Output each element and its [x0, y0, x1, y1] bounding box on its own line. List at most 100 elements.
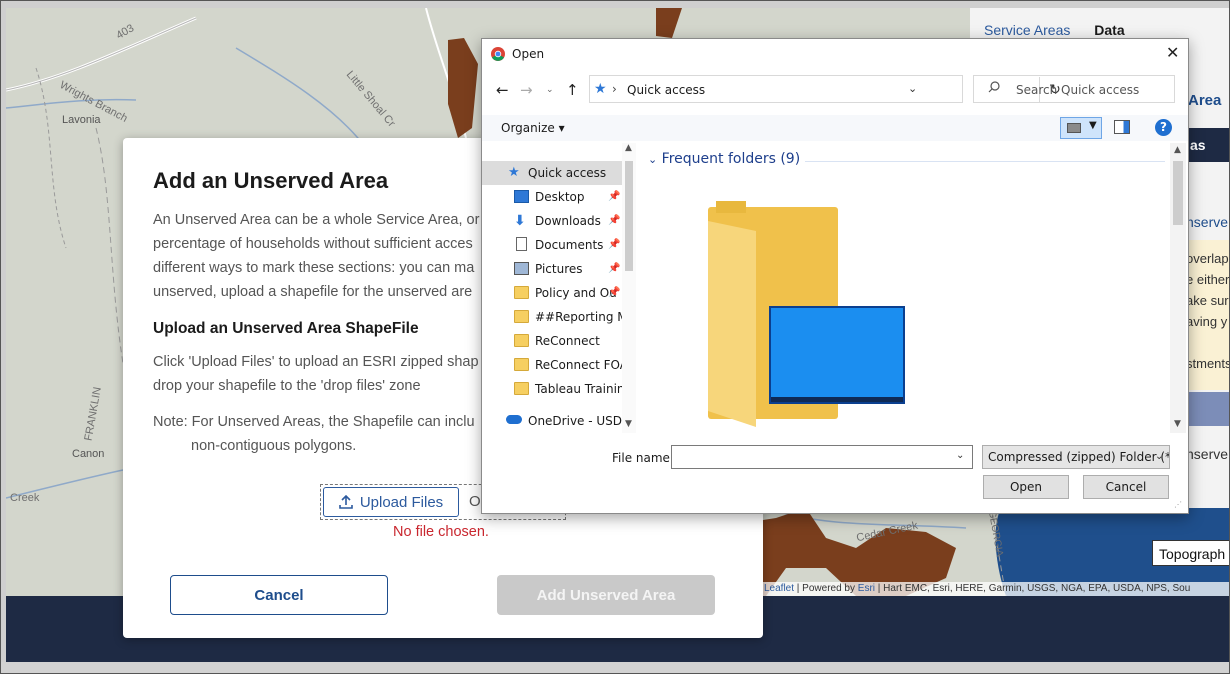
nav-item-quick-access[interactable]: ★ Quick access [482, 161, 622, 185]
nav-item-downloads[interactable]: ⬇ Downloads 📌 [482, 209, 622, 233]
pin-icon: 📌 [608, 239, 621, 250]
star-icon: ★ [508, 165, 520, 180]
folder-icon [514, 286, 529, 299]
change-view-button[interactable]: ▼ [1060, 117, 1102, 139]
close-icon[interactable]: ✕ [1166, 43, 1179, 62]
file-type-select[interactable]: Compressed (zipped) Folder (*. ⌄ [982, 445, 1170, 469]
back-arrow-icon[interactable]: ← [496, 81, 509, 99]
panel-unserved-link[interactable]: nserve [1186, 214, 1228, 230]
scrollbar-thumb[interactable] [625, 161, 633, 271]
nav-item-label: ReConnect [535, 334, 600, 348]
add-unserved-area-button[interactable]: Add Unserved Area [497, 575, 715, 615]
quick-access-star-icon: ★ [594, 81, 607, 97]
help-icon[interactable]: ? [1155, 119, 1172, 136]
instruction-line: Click 'Upload Files' to upload an ESRI z… [153, 354, 479, 370]
basemap-select[interactable]: Topograph [1152, 540, 1230, 566]
content-pane: ⌄ Frequent folders (9) [640, 143, 1170, 433]
section-divider [805, 161, 1165, 162]
panel-section-header[interactable]: as [1184, 128, 1230, 162]
upload-files-button[interactable]: Upload Files [323, 487, 459, 517]
warning-line: aving y [1186, 314, 1228, 329]
file-name-label: File name: [612, 451, 674, 465]
search-box[interactable]: Search Quick access [973, 75, 1175, 103]
nav-item-documents[interactable]: Documents 📌 [482, 233, 622, 257]
panel-unserved-item[interactable]: nserve [1186, 446, 1228, 462]
address-separator-icon: › [612, 82, 617, 96]
panel-action-bar[interactable] [1184, 392, 1230, 426]
file-name-input[interactable]: ⌄ [671, 445, 973, 469]
collapse-chevron-icon: ⌄ [648, 153, 658, 166]
warning-line: overlap [1186, 251, 1229, 266]
up-arrow-icon[interactable]: ↑ [566, 81, 579, 99]
panel-area-title: Area [1188, 92, 1222, 109]
nav-item-label: Desktop [535, 190, 585, 204]
map-label-creek: Creek [10, 492, 40, 504]
navigation-scrollbar[interactable]: ▲ ▼ [622, 143, 636, 433]
organize-menu[interactable]: Organize ▾ [501, 121, 565, 135]
address-text: Quick access [627, 83, 706, 97]
nav-item-label: Quick access [528, 166, 607, 180]
address-bar[interactable]: ★ › Quick access ⌄ ↻ [589, 75, 1061, 103]
window-bottom-edge [0, 662, 1230, 674]
navigation-pane: ★ Quick access Desktop 📌 ⬇ Downloads 📌 D… [482, 143, 636, 433]
pin-icon: 📌 [608, 191, 621, 202]
warning-line: ake sur [1186, 293, 1229, 308]
preview-pane-icon[interactable] [1114, 120, 1130, 134]
open-button[interactable]: Open [983, 475, 1069, 499]
nav-item-folder[interactable]: ReConnect FOA [482, 353, 622, 377]
content-scrollbar[interactable]: ▲ ▼ [1170, 143, 1186, 433]
search-placeholder: Search Quick access [1016, 83, 1140, 97]
nav-item-onedrive[interactable]: OneDrive - USDA [482, 409, 622, 433]
scrollbar-thumb[interactable] [1173, 161, 1183, 225]
scroll-up-icon[interactable]: ▲ [1174, 145, 1181, 155]
dialog-toolbar: Organize ▾ ▼ ? [482, 115, 1188, 141]
view-dropdown-icon: ▼ [1089, 120, 1097, 131]
scroll-down-icon[interactable]: ▼ [625, 419, 632, 429]
modal-title: Add an Unserved Area [153, 168, 389, 193]
resize-grip-icon[interactable]: ⋰ [1174, 500, 1182, 509]
pictures-icon [514, 262, 529, 275]
dialog-titlebar[interactable]: Open ✕ [482, 39, 1188, 69]
cancel-button[interactable]: Cancel [170, 575, 388, 615]
or-text: O [469, 493, 481, 510]
map-attribution: Leaflet | Powered by Esri | Hart EMC, Es… [762, 582, 1230, 596]
document-icon [516, 237, 527, 251]
folder-icon [514, 334, 529, 347]
note-line: Note: For Unserved Areas, the Shapefile … [153, 414, 475, 430]
nav-item-folder[interactable]: Tableau Training [482, 377, 622, 401]
tab-data[interactable]: Data [1094, 22, 1124, 38]
view-thumbnail-icon [1067, 123, 1081, 133]
leaflet-link[interactable]: Leaflet [764, 583, 794, 594]
dialog-cancel-button[interactable]: Cancel [1083, 475, 1169, 499]
nav-item-folder[interactable]: ReConnect [482, 329, 622, 353]
nav-item-pictures[interactable]: Pictures 📌 [482, 257, 622, 281]
address-dropdown-icon[interactable]: ⌄ [908, 82, 917, 95]
esri-link[interactable]: Esri [858, 583, 875, 594]
nav-item-folder[interactable]: Policy and Ou 📌 [482, 281, 622, 305]
file-type-dropdown-icon: ⌄ [1155, 451, 1164, 462]
panel-warning-box: overlap e either ake sur aving y stments [1184, 240, 1230, 390]
nav-item-folder[interactable]: ##Reporting Ma [482, 305, 622, 329]
warning-line: e either [1186, 272, 1230, 287]
nav-item-desktop[interactable]: Desktop 📌 [482, 185, 622, 209]
frequent-folders-header[interactable]: ⌄ Frequent folders (9) [648, 151, 800, 167]
attribution-powered: | Powered by [794, 583, 858, 594]
attribution-sources: | Hart EMC, Esri, HERE, Garmin, USGS, NG… [875, 583, 1191, 594]
pin-icon: 📌 [608, 287, 621, 298]
nav-item-label: Policy and Ou [535, 286, 617, 300]
nav-item-label: Tableau Training [535, 382, 622, 396]
scroll-down-icon[interactable]: ▼ [1174, 419, 1181, 429]
nav-item-label: OneDrive - USDA [528, 414, 622, 428]
map-label-canon: Canon [72, 448, 105, 460]
scroll-up-icon[interactable]: ▲ [625, 143, 632, 153]
desktop-folder-icon[interactable] [706, 201, 916, 431]
window-top-edge [0, 0, 1230, 8]
recent-locations-icon[interactable]: ⌄ [546, 85, 554, 95]
tab-service-areas[interactable]: Service Areas [984, 22, 1070, 38]
note-line: non-contiguous polygons. [191, 438, 357, 454]
pin-icon: 📌 [608, 215, 621, 226]
file-name-dropdown-icon[interactable]: ⌄ [956, 450, 964, 461]
nav-item-label: ##Reporting Ma [535, 310, 622, 324]
search-icon [988, 81, 1000, 93]
forward-arrow-icon[interactable]: → [520, 81, 533, 99]
